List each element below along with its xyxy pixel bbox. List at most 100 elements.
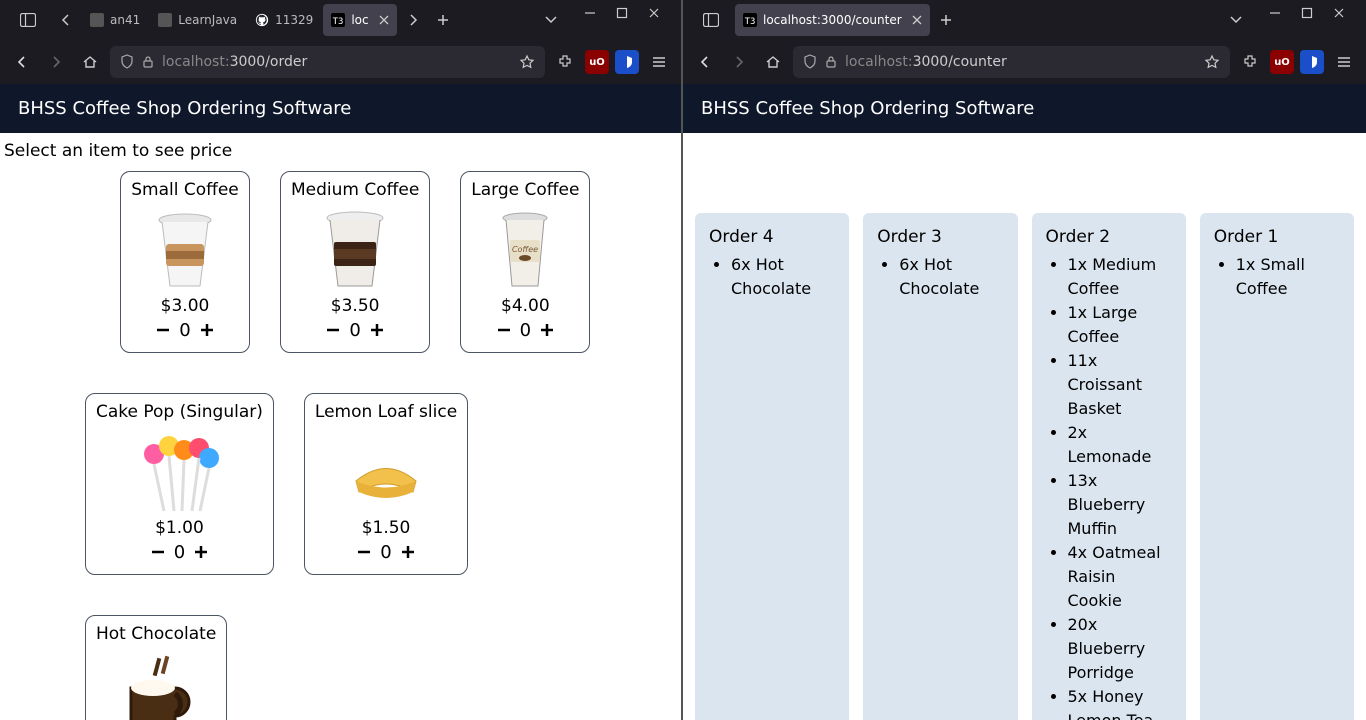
order-line-item: 4x Oatmeal Raisin Cookie [1068, 541, 1172, 613]
window-maximize-icon[interactable] [1300, 6, 1314, 20]
tab-favicon-icon: T3 [743, 13, 757, 27]
extensions-icon[interactable] [1236, 48, 1264, 76]
bitwarden-icon[interactable] [615, 50, 639, 74]
product-card[interactable]: Small Coffee $3.00 0 [120, 171, 250, 353]
product-image [111, 648, 201, 720]
tab-favicon-icon [255, 13, 269, 27]
product-price: $3.00 [161, 296, 210, 316]
tab-strip: an41 LearnJava 11329 T3 loc [0, 0, 681, 40]
order-items-list: 1x Medium Coffee1x Large Coffee11x Crois… [1046, 253, 1172, 720]
decrement-button[interactable] [492, 318, 516, 342]
nav-home-button[interactable] [759, 48, 787, 76]
nav-forward-button[interactable] [42, 48, 70, 76]
product-card[interactable]: Lemon Loaf slice $1.50 0 [304, 393, 468, 575]
window-right: T3 localhost:3000/counter localhos [683, 0, 1366, 720]
tab-scroll-right-icon[interactable] [399, 6, 427, 34]
ublock-icon[interactable]: uO [585, 50, 609, 74]
decrement-button[interactable] [321, 318, 345, 342]
browser-tab[interactable]: 11329 [247, 4, 321, 36]
window-close-icon[interactable] [1332, 6, 1346, 20]
product-image [140, 204, 230, 294]
increment-button[interactable] [365, 318, 389, 342]
nav-back-button[interactable] [8, 48, 36, 76]
tab-favicon-icon [158, 13, 172, 27]
order-title: Order 1 [1214, 227, 1340, 247]
increment-button[interactable] [189, 540, 213, 564]
counter-page: Order 4 6x Hot Chocolate Order 3 6x Hot … [683, 133, 1366, 720]
tab-favicon-icon: T3 [331, 13, 345, 27]
tab-label: loc [351, 13, 368, 27]
quantity-stepper: 0 [352, 540, 419, 564]
tab-close-icon[interactable] [379, 15, 389, 25]
product-card[interactable]: Cake Pop (Singular) $1.00 0 [85, 393, 274, 575]
window-minimize-icon[interactable] [1268, 6, 1282, 20]
address-bar[interactable]: localhost:3000/order [110, 46, 545, 78]
tabs-dropdown-icon[interactable] [537, 6, 565, 34]
browser-tab[interactable]: T3 localhost:3000/counter [735, 4, 930, 36]
order-line-item: 5x Honey Lemon Tea [1068, 685, 1172, 720]
quantity-value: 0 [174, 542, 185, 563]
increment-button[interactable] [195, 318, 219, 342]
tab-scroll-left-icon[interactable] [52, 6, 80, 34]
url-text: localhost:3000/counter [845, 54, 1007, 70]
tab-label: an41 [110, 13, 140, 27]
tab-label: 11329 [275, 13, 313, 27]
product-card[interactable]: Large Coffee Coffee$4.00 0 [460, 171, 590, 353]
product-card[interactable]: Hot Chocolate $3.00 0 [85, 615, 227, 720]
browser-tab[interactable]: T3 loc [323, 4, 396, 36]
nav-home-button[interactable] [76, 48, 104, 76]
product-price: $4.00 [501, 296, 550, 316]
order-card: Order 2 1x Medium Coffee1x Large Coffee1… [1032, 213, 1186, 720]
product-card[interactable]: Medium Coffee $3.50 0 [280, 171, 430, 353]
bookmark-star-icon[interactable] [1204, 54, 1220, 70]
window-minimize-icon[interactable] [583, 6, 597, 20]
decrement-button[interactable] [352, 540, 376, 564]
increment-button[interactable] [535, 318, 559, 342]
order-page: Select an item to see price Small Coffee… [0, 133, 681, 720]
quantity-value: 0 [520, 320, 531, 341]
nav-forward-button[interactable] [725, 48, 753, 76]
address-bar[interactable]: localhost:3000/counter [793, 46, 1230, 78]
order-line-item: 1x Small Coffee [1236, 253, 1340, 301]
order-title: Order 3 [877, 227, 1003, 247]
bookmark-star-icon[interactable] [519, 54, 535, 70]
window-close-icon[interactable] [647, 6, 661, 20]
order-items-list: 1x Small Coffee [1214, 253, 1340, 301]
decrement-button[interactable] [151, 318, 175, 342]
nav-back-button[interactable] [691, 48, 719, 76]
decrement-button[interactable] [146, 540, 170, 564]
shield-icon [803, 54, 817, 70]
extensions-icon[interactable] [551, 48, 579, 76]
quantity-stepper: 0 [492, 318, 559, 342]
app-menu-icon[interactable] [645, 48, 673, 76]
order-line-item: 6x Hot Chocolate [899, 253, 1003, 301]
product-name: Cake Pop (Singular) [96, 402, 263, 422]
increment-button[interactable] [396, 540, 420, 564]
browser-tab[interactable]: an41 [82, 4, 148, 36]
order-title: Order 4 [709, 227, 835, 247]
quantity-stepper: 0 [151, 318, 218, 342]
sidebar-toggle-icon[interactable] [697, 6, 725, 34]
app-menu-icon[interactable] [1330, 48, 1358, 76]
quantity-value: 0 [179, 320, 190, 341]
tab-close-icon[interactable] [912, 15, 922, 25]
sidebar-toggle-icon[interactable] [14, 6, 42, 34]
new-tab-button[interactable] [932, 6, 960, 34]
product-price: $3.50 [331, 296, 380, 316]
url-text: localhost:3000/order [162, 54, 307, 70]
tab-label: LearnJava [178, 13, 237, 27]
order-items-list: 6x Hot Chocolate [709, 253, 835, 301]
product-image [310, 204, 400, 294]
new-tab-button[interactable] [429, 6, 457, 34]
quantity-stepper: 0 [321, 318, 388, 342]
tabs-dropdown-icon[interactable] [1222, 6, 1250, 34]
ublock-icon[interactable]: uO [1270, 50, 1294, 74]
window-maximize-icon[interactable] [615, 6, 629, 20]
app-header: BHSS Coffee Shop Ordering Software [0, 84, 681, 133]
toolbar: localhost:3000/counter uO [683, 40, 1366, 84]
product-name: Lemon Loaf slice [315, 402, 457, 422]
lock-icon [825, 55, 837, 69]
order-title: Order 2 [1046, 227, 1172, 247]
browser-tab[interactable]: LearnJava [150, 4, 245, 36]
bitwarden-icon[interactable] [1300, 50, 1324, 74]
